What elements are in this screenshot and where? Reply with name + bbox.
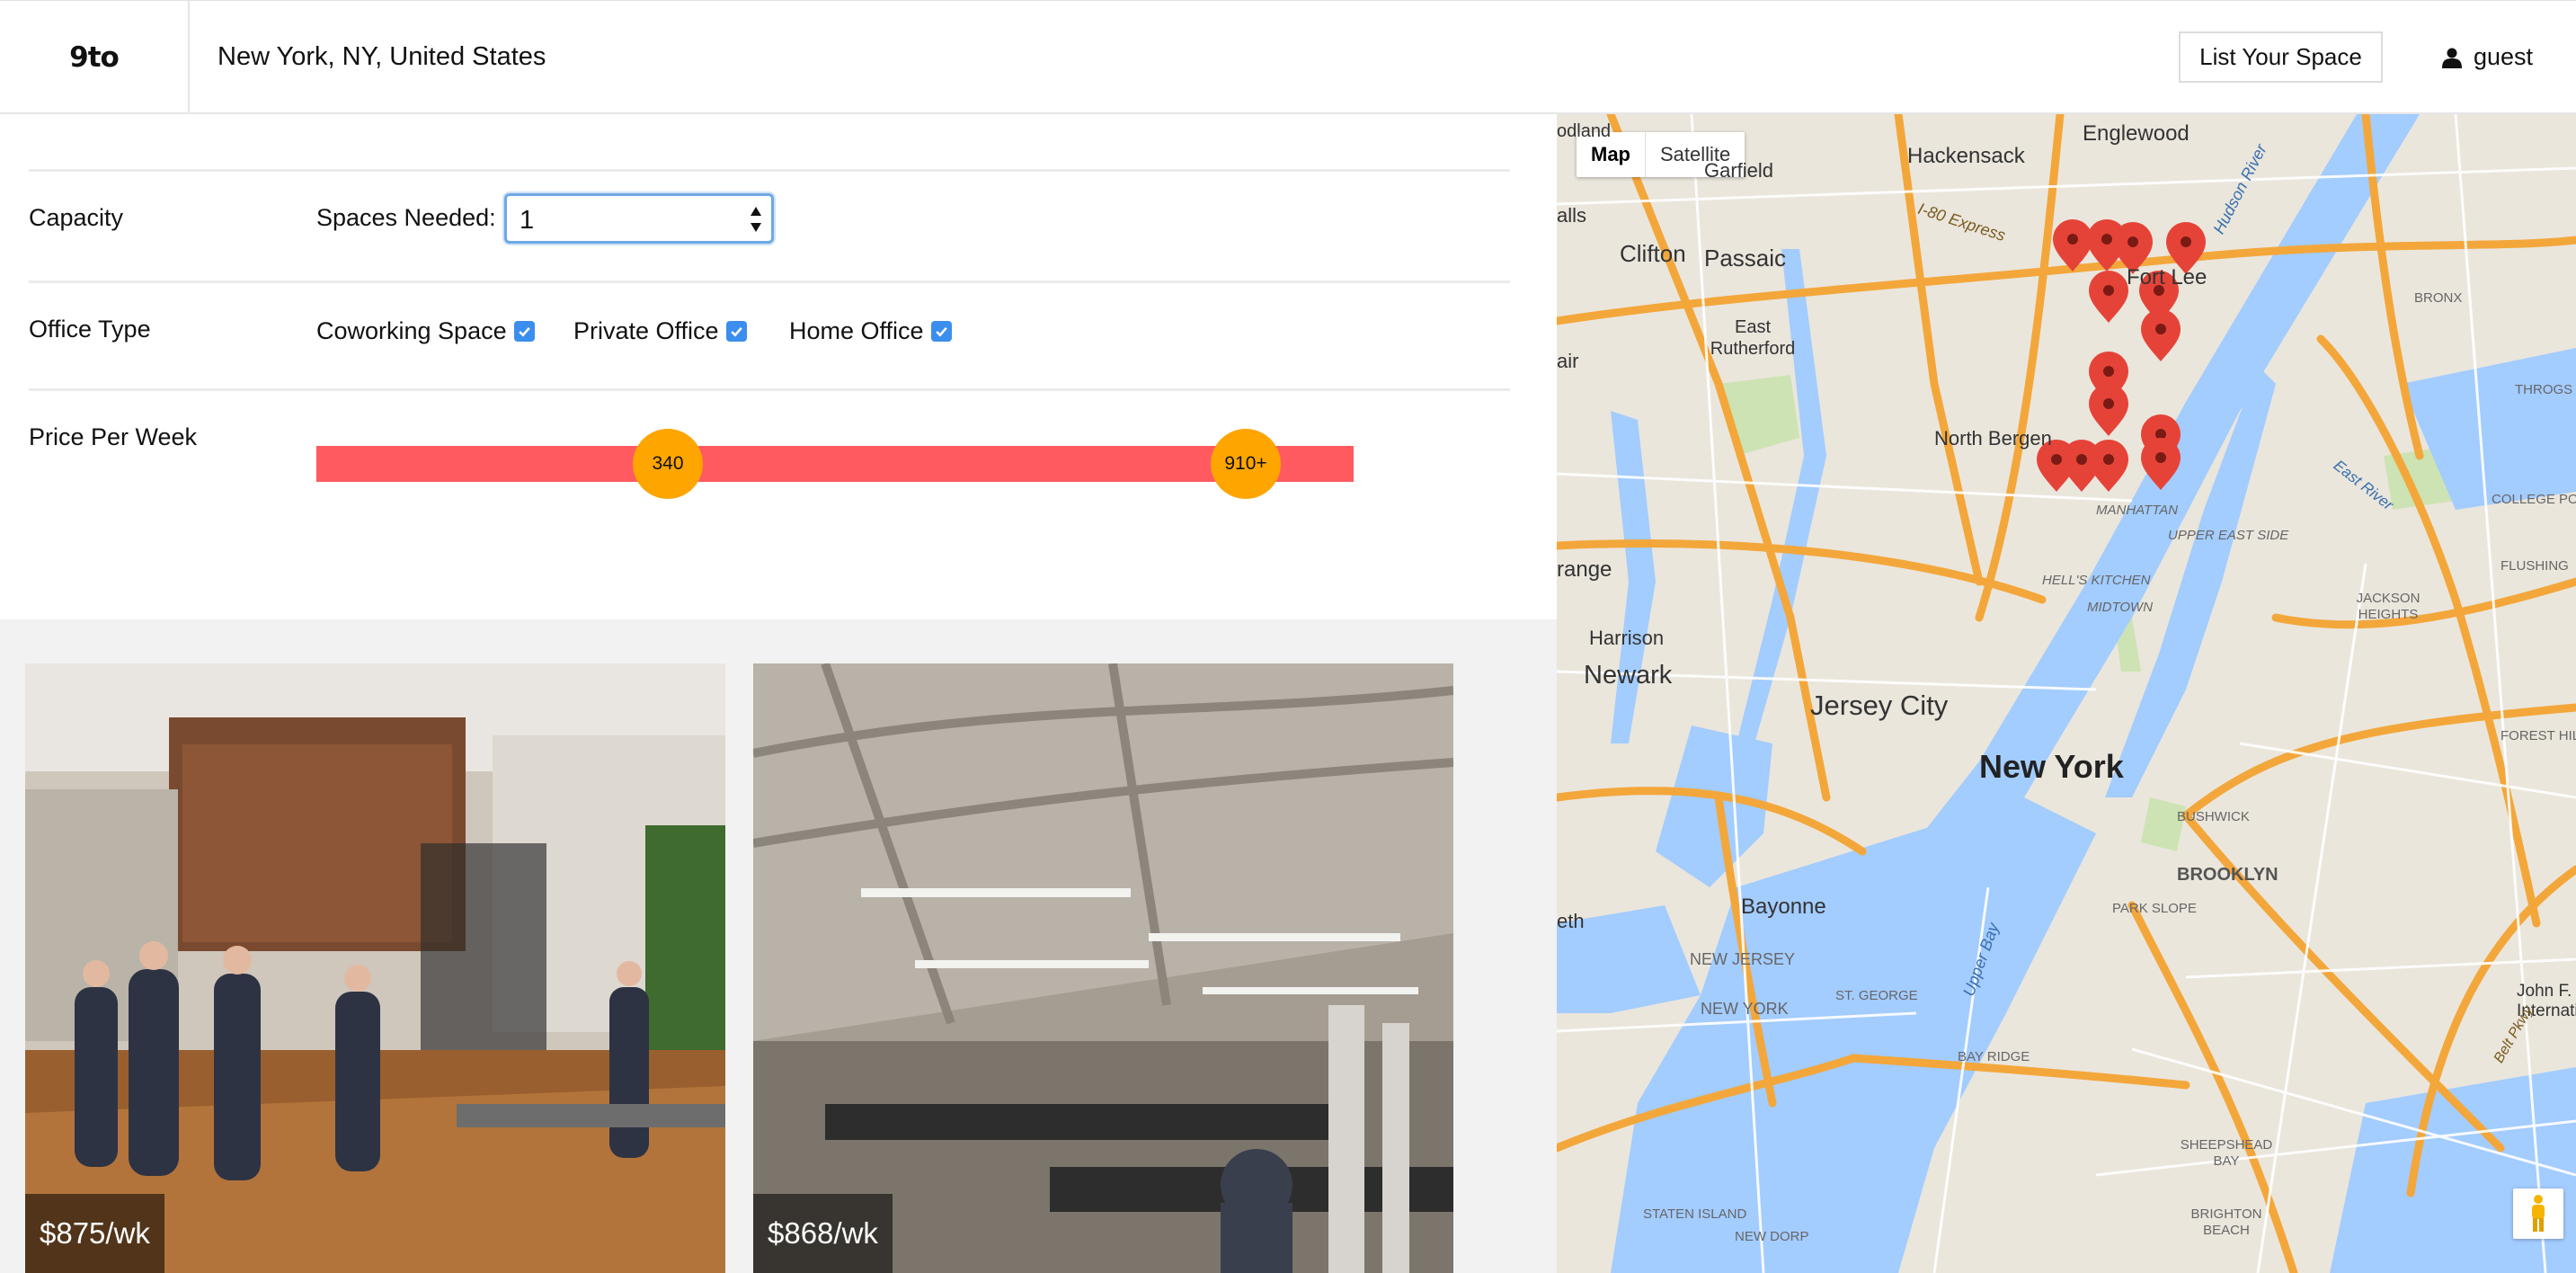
map-label-newark: Newark bbox=[1584, 661, 1673, 690]
list-your-space-button[interactable]: List Your Space bbox=[2179, 31, 2383, 83]
price-per-week-label: Price Per Week bbox=[29, 423, 198, 450]
map-label-forest-hills: FOREST HILLS bbox=[2500, 728, 2576, 743]
map-label-brooklyn: BROOKLYN bbox=[2177, 865, 2278, 885]
checkmark-icon bbox=[730, 326, 742, 337]
map-label-jersey-city: Jersey City bbox=[1810, 690, 1949, 721]
map-label-throgs-neck: THROGS NE bbox=[2515, 382, 2576, 397]
map-label-bayonne: Bayonne bbox=[1741, 895, 1826, 919]
map-label-new-york-state: NEW YORK bbox=[1701, 1000, 1789, 1018]
map-label-fort-lee: Fort Lee bbox=[2127, 265, 2207, 289]
user-icon bbox=[2442, 48, 2462, 68]
map-label-sheepshead-bay: SHEEPSHEAD BAY bbox=[2180, 1137, 2273, 1169]
map-label-passaic: Passaic bbox=[1704, 245, 1787, 272]
pegman-icon bbox=[2532, 1195, 2545, 1232]
map-label-odland: odland bbox=[1557, 121, 1612, 141]
map-label-jackson-heights: JACKSON HEIGHTS bbox=[2356, 591, 2421, 622]
listing-price: $875/wk bbox=[25, 1194, 164, 1273]
street-view-pegman[interactable] bbox=[2513, 1188, 2563, 1239]
map-label-new-dorp: NEW DORP bbox=[1735, 1229, 1809, 1244]
map-label-fair: air bbox=[1557, 350, 1579, 372]
map-label-new-jersey: NEW JERSEY bbox=[1690, 950, 1796, 968]
location-search[interactable]: New York, NY, United States bbox=[218, 1, 546, 113]
divider bbox=[29, 280, 1510, 283]
office-type-private[interactable]: Private Office bbox=[573, 317, 747, 345]
select-arrows-icon bbox=[751, 207, 761, 232]
office-type-coworking[interactable]: Coworking Space bbox=[316, 317, 535, 345]
spaces-needed-label: Spaces Needed: bbox=[316, 204, 496, 231]
map-label-brighton-beach: BRIGHTON BEACH bbox=[2190, 1206, 2262, 1238]
spaces-needed-select[interactable]: 1 bbox=[504, 193, 774, 244]
map-label-park-slope: PARK SLOPE bbox=[2112, 901, 2197, 916]
checkmark-icon bbox=[935, 326, 947, 337]
map-label-hells-kitchen: HELL'S KITCHEN bbox=[2042, 573, 2151, 588]
map-label-bronx: BRONX bbox=[2414, 290, 2463, 306]
map-label-new-york: New York bbox=[1979, 748, 2124, 785]
office-type-home[interactable]: Home Office bbox=[789, 317, 952, 345]
price-max-handle[interactable]: 910+ bbox=[1211, 429, 1281, 499]
listing-photo bbox=[25, 663, 725, 1273]
office-type-option-label: Home Office bbox=[789, 317, 924, 344]
map-label-englewood: Englewood bbox=[2083, 121, 2190, 146]
capacity-label: Capacity bbox=[29, 204, 124, 231]
map-label-clifton: Clifton bbox=[1620, 240, 1686, 267]
listing-price: $868/wk bbox=[753, 1194, 893, 1273]
map-label-east-rutherford: East Rutherford bbox=[1710, 317, 1796, 359]
filters-panel: Capacity Spaces Needed: 1 Office Type Co… bbox=[0, 114, 1557, 619]
listing-card[interactable]: $875/wk bbox=[25, 663, 725, 1273]
office-type-label: Office Type bbox=[29, 316, 151, 343]
map-label-college-point: COLLEGE POINT bbox=[2492, 492, 2576, 507]
map-label-upper-east-side: UPPER EAST SIDE bbox=[2168, 528, 2289, 543]
user-name: guest bbox=[2474, 43, 2534, 70]
map-label-garfield: Garfield bbox=[1704, 159, 1774, 182]
map-label-north-bergen: North Bergen bbox=[1934, 427, 2052, 450]
private-office-checkbox[interactable] bbox=[725, 321, 747, 342]
checkmark-icon bbox=[518, 326, 530, 337]
map-label-orange: range bbox=[1557, 557, 1612, 582]
divider bbox=[29, 169, 1510, 172]
price-min-handle[interactable]: 340 bbox=[633, 429, 703, 499]
map-canvas[interactable] bbox=[1557, 114, 2576, 1273]
map-label-st-george: ST. GEORGE bbox=[1835, 988, 1918, 1003]
map-label-eth: eth bbox=[1557, 910, 1585, 932]
user-menu[interactable]: guest bbox=[2441, 1, 2533, 113]
office-type-option-label: Coworking Space bbox=[316, 317, 507, 344]
spaces-needed-value: 1 bbox=[520, 206, 535, 235]
map-label-bay-ridge: BAY RIDGE bbox=[1958, 1049, 2030, 1064]
map-label-flushing: FLUSHING bbox=[2500, 558, 2569, 574]
listing-photo bbox=[753, 663, 1453, 1273]
price-max-value: 910+ bbox=[1224, 453, 1267, 474]
divider bbox=[29, 388, 1510, 391]
home-office-checkbox[interactable] bbox=[930, 321, 952, 342]
map-label-manhattan: MANHATTAN bbox=[2096, 503, 2179, 518]
map-label-bushwick: BUSHWICK bbox=[2177, 809, 2250, 824]
map-label-falls: alls bbox=[1557, 204, 1587, 227]
map-label-harrison: Harrison bbox=[1589, 627, 1665, 649]
coworking-checkbox[interactable] bbox=[513, 321, 535, 342]
map-label-staten-island: STATEN ISLAND bbox=[1643, 1206, 1747, 1222]
map-view[interactable]: Map Satellite New York Jersey City Newar… bbox=[1557, 114, 2576, 1273]
price-min-value: 340 bbox=[652, 453, 684, 474]
map-label-midtown: MIDTOWN bbox=[2087, 600, 2154, 615]
price-range-slider[interactable] bbox=[316, 446, 1354, 482]
map-label-hackensack: Hackensack bbox=[1907, 144, 2025, 168]
logo-container[interactable]: 9to bbox=[0, 1, 190, 113]
top-nav: 9to New York, NY, United States List You… bbox=[0, 0, 2576, 114]
listing-card[interactable]: $868/wk bbox=[753, 663, 1453, 1273]
logo[interactable]: 9to bbox=[69, 41, 120, 74]
office-type-option-label: Private Office bbox=[573, 317, 719, 344]
listings-grid: $875/wk $868/wk bbox=[0, 619, 1557, 1273]
